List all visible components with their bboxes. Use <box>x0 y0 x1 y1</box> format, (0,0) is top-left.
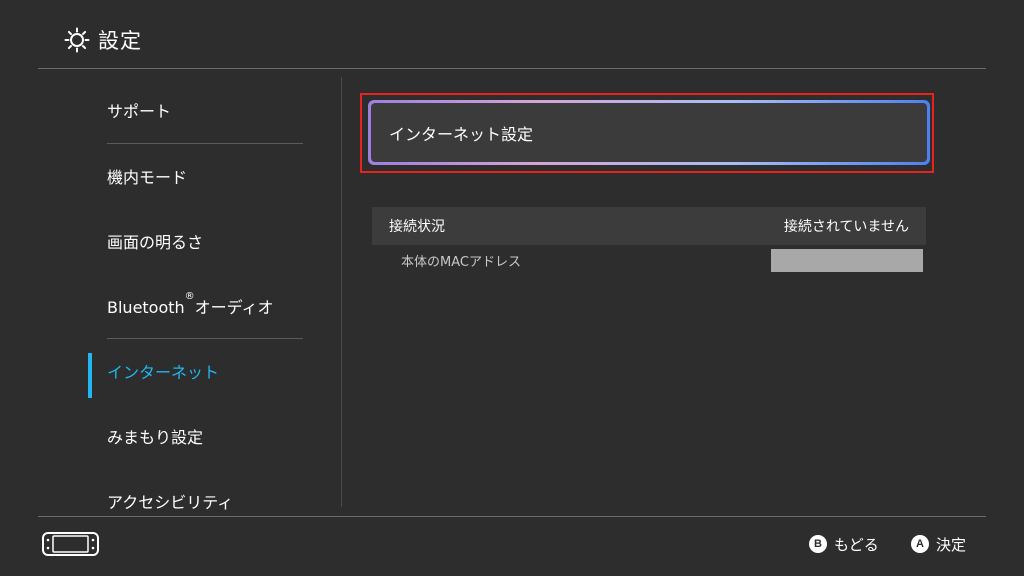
sidebar-item-support[interactable]: サポート <box>88 77 303 142</box>
active-indicator <box>88 353 92 398</box>
sidebar: サポート 機内モード 画面の明るさ Bluetooth®オーディオ インターネッ… <box>88 77 303 512</box>
sidebar-item-label: みまもり設定 <box>107 427 204 447</box>
mac-address-label: 本体のMACアドレス <box>401 254 521 270</box>
sidebar-item-label: サポート <box>107 101 172 121</box>
console-icon <box>42 532 99 556</box>
sidebar-item-brightness[interactable]: 画面の明るさ <box>88 208 303 273</box>
registered-mark: ® <box>184 290 195 302</box>
sidebar-item-bluetooth-audio[interactable]: Bluetooth®オーディオ <box>88 273 303 338</box>
sidebar-item-airplane-mode[interactable]: 機内モード <box>88 143 303 208</box>
back-hint[interactable]: B もどる <box>809 532 879 556</box>
internet-settings-label: インターネット設定 <box>389 124 534 144</box>
a-button-icon: A <box>911 535 929 553</box>
sidebar-item-label: 画面の明るさ <box>107 232 204 252</box>
internet-settings-button-body: インターネット設定 <box>371 103 927 162</box>
sidebar-item-label: インターネット <box>107 362 220 382</box>
settings-screen: 設定 サポート 機内モード 画面の明るさ Bluetooth®オーディオ インタ… <box>0 0 1024 576</box>
connection-status-label: 接続状況 <box>389 219 445 235</box>
footer-divider <box>38 516 986 517</box>
connection-status-row: 接続状況 接続されていません <box>372 207 926 245</box>
mac-address-redacted <box>771 248 923 272</box>
sidebar-item-parental-controls[interactable]: みまもり設定 <box>88 403 303 468</box>
sidebar-item-accessibility[interactable]: アクセシビリティ <box>88 468 303 533</box>
header-divider <box>38 68 986 69</box>
confirm-label: 決定 <box>936 535 967 554</box>
header: 設定 <box>0 0 1024 68</box>
bluetooth-text: Bluetooth <box>107 297 185 317</box>
sidebar-item-internet[interactable]: インターネット <box>88 338 303 403</box>
sidebar-item-label: アクセシビリティ <box>107 492 234 512</box>
sidebar-content-divider <box>341 77 342 507</box>
connection-status-value: 接続されていません <box>783 219 909 235</box>
back-label: もどる <box>834 535 879 554</box>
page-title-text: 設定 <box>98 29 142 53</box>
confirm-hint[interactable]: A 決定 <box>911 532 966 556</box>
page-title: 設定 <box>64 22 142 58</box>
sidebar-item-label: Bluetooth®オーディオ <box>88 290 274 318</box>
gear-icon <box>64 27 90 53</box>
internet-settings-button[interactable]: インターネット設定 <box>368 100 930 165</box>
mac-address-row: 本体のMACアドレス <box>372 245 926 275</box>
audio-text: オーディオ <box>194 297 274 317</box>
sidebar-item-label: 機内モード <box>107 167 188 187</box>
b-button-icon: B <box>809 535 827 553</box>
